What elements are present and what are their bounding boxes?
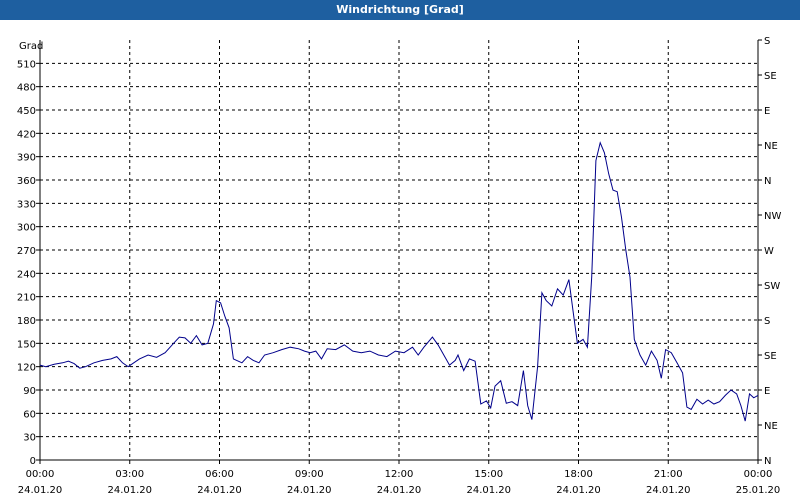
y-tick-label: 390 — [17, 153, 36, 164]
right-tick-label: E — [764, 386, 770, 397]
y-tick-label: 0 — [30, 456, 36, 467]
right-tick-label: S — [764, 36, 770, 47]
right-tick-label: SE — [764, 71, 777, 82]
y-tick-label: 330 — [17, 199, 36, 210]
x-tick-time: 09:00 — [295, 469, 324, 480]
x-tick-time: 06:00 — [205, 469, 234, 480]
y-tick-label: 480 — [17, 83, 36, 94]
x-tick-date: 24.01.20 — [287, 485, 332, 496]
y-tick-label: 90 — [23, 386, 36, 397]
y-tick-label: 450 — [17, 106, 36, 117]
right-tick-label: NW — [764, 211, 781, 222]
y-tick-label: 150 — [17, 339, 36, 350]
y-tick-label: 240 — [17, 269, 36, 280]
y-tick-label: 360 — [17, 176, 36, 187]
right-tick-labels: N NE E SE S SW W NW N NE E SE S — [758, 36, 781, 467]
x-tick-time: 03:00 — [115, 469, 144, 480]
x-tick-date: 24.01.20 — [377, 485, 422, 496]
y-tick-label: 30 — [23, 433, 36, 444]
right-tick-label: W — [764, 246, 774, 257]
right-tick-label: SE — [764, 351, 777, 362]
y-tick-label: 120 — [17, 363, 36, 374]
x-tick-time: 12:00 — [385, 469, 414, 480]
x-tick-time: 00:00 — [744, 469, 773, 480]
x-tick-date: 24.01.20 — [556, 485, 601, 496]
right-tick-label: N — [764, 176, 771, 187]
y-tick-label: 60 — [23, 409, 36, 420]
chart-plot: Grad 03060901201501802102402703003303603… — [17, 36, 782, 496]
right-tick-label: NE — [764, 141, 778, 152]
y-tick-labels: 0 30 60 90 120 150 180 210 240 270 300 330 360 390 420… — [17, 59, 40, 467]
y-tick-label: 270 — [17, 246, 36, 257]
right-tick-label: SW — [764, 281, 780, 292]
right-tick-label: S — [764, 316, 770, 327]
y-tick-label: 180 — [17, 316, 36, 327]
x-tick-date: 25.01.20 — [736, 485, 781, 496]
x-tick-time: 21:00 — [654, 469, 683, 480]
y-tick-label: 420 — [17, 129, 36, 140]
chart-title: Windrichtung [Grad] — [0, 0, 800, 20]
x-tick-date: 24.01.20 — [466, 485, 511, 496]
x-tick-time: 15:00 — [474, 469, 503, 480]
x-tick-date: 24.01.20 — [646, 485, 691, 496]
x-tick-date: 24.01.20 — [107, 485, 152, 496]
y-tick-label: 210 — [17, 293, 36, 304]
x-tick-labels: 00:00 24.01.20 03:00 24.01.20 06:00 24.01.20 0… — [18, 460, 781, 496]
x-tick-time: 18:00 — [564, 469, 593, 480]
x-tick-time: 00:00 — [26, 469, 55, 480]
x-tick-date: 24.01.20 — [18, 485, 63, 496]
y-tick-label: 510 — [17, 59, 36, 70]
right-tick-label: E — [764, 106, 770, 117]
right-tick-label: NE — [764, 421, 778, 432]
grid — [40, 40, 758, 460]
y-tick-label: 300 — [17, 223, 36, 234]
x-tick-date: 24.01.20 — [197, 485, 242, 496]
right-tick-label: N — [764, 456, 771, 467]
